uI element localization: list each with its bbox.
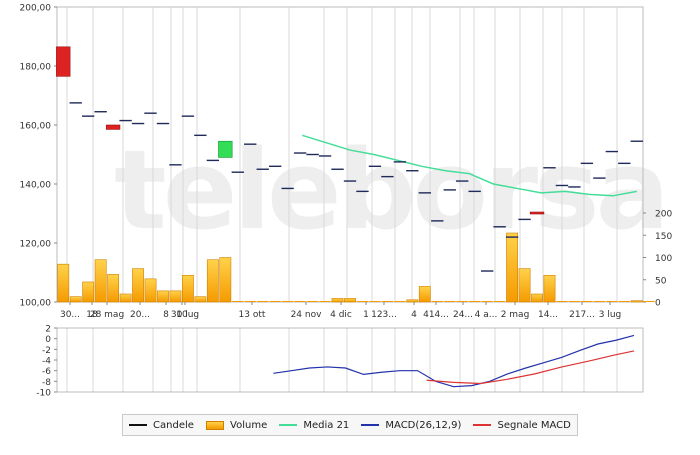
volume-bar [418,286,431,303]
volume-tick-label: 100 [655,254,672,264]
black-line-icon [129,424,148,426]
y-tick-label: 200,00 [20,4,52,14]
candle-body [105,124,121,130]
volume-bar [144,278,157,303]
y-tick-label: 120,00 [20,240,52,250]
macd-y-tick-label: -2 [42,346,51,356]
macd-y-tick-label: 0 [45,335,51,345]
legend-label: Candele [153,419,194,431]
volume-tick-label: 50 [655,276,667,286]
macd-frame [56,327,644,393]
legend-label: Segnale MACD [497,419,571,431]
volume-bar [107,274,120,303]
y-tick-label: 100,00 [20,299,52,309]
volume-bar [331,298,344,303]
legend-item-volume[interactable]: Volume [206,420,267,431]
x-tick-label: 8 [163,310,169,320]
red-line-icon [473,424,492,426]
volume-bar [69,296,82,303]
legend-label: MACD(26,12,9) [385,419,462,431]
x-tick-label: 24 nov [291,310,323,320]
x-tick-label: 10 [176,310,188,320]
volume-bar [344,298,356,303]
volume-bar [169,290,182,303]
volume-bar [157,290,169,303]
macd-y-tick-label: -8 [42,378,51,388]
volume-bar [543,274,556,303]
x-tick-label: 217... [569,310,595,320]
x-tick-label: 4 dic [330,310,352,320]
candle-body [529,211,545,215]
macd-y-tick-label: -4 [42,357,51,367]
macd-y-tick-label: 2 [45,325,51,335]
volume-bar [219,257,232,303]
x-tick-label: 13 ott [239,310,266,320]
volume-bar [518,268,531,303]
volume-tick-label: 200 [655,210,672,220]
macd-y-tick-label: -10 [36,389,51,399]
macd-y-tick-label: -6 [42,367,51,377]
volume-bar [194,296,207,303]
volume-bar [531,293,543,303]
volume-bar [630,300,643,303]
x-tick-label: 20... [130,310,150,320]
volume-bar [506,232,518,303]
chart-stage: teleborsa 100,00 120,00 140,00 160,00 180,00… [0,0,700,451]
volume-bar [182,274,194,303]
volume-tick-label: 150 [655,232,672,242]
x-tick-label: 4 a... [475,310,498,320]
y-tick-label: 160,00 [20,122,52,132]
legend-item-macd[interactable]: MACD(26,12,9) [361,420,461,431]
x-tick-label: 123... [371,310,397,320]
legend-label: Volume [230,419,268,431]
x-tick-label: 3 lug [599,310,622,320]
green-line-icon [279,424,298,426]
y-tick-label: 180,00 [20,63,52,73]
stock-chart: teleborsa 100,00120,00140,00160,00180,00… [20,4,673,399]
volume-bar [132,268,144,303]
legend-item-candele[interactable]: Candele [129,420,194,431]
candle-body [218,140,233,158]
legend: Candele Volume Media 21 MACD(26,12,9) Se… [122,414,578,436]
x-tick-label: 1 [363,310,369,320]
macd-line [273,334,635,388]
x-tick-label: 414... [423,310,449,320]
x-tick-label: 18 [86,310,98,320]
x-tick-label: 2 mag [501,310,530,320]
x-tick-label: 24... [453,310,473,320]
blue-line-icon [361,424,380,426]
y-tick-label: 140,00 [20,181,52,191]
volume-tick-label: 0 [655,299,661,309]
legend-item-signal[interactable]: Segnale MACD [473,419,571,431]
volume-bar [119,293,132,303]
volume-bar [57,263,70,303]
legend-item-media21[interactable]: Media 21 [279,420,349,431]
x-tick-label: 4 [411,310,417,320]
volume-bar [94,259,107,303]
volume-bar [406,299,419,303]
orange-box-icon [206,420,225,430]
x-tick-label: 14... [538,310,558,320]
macd-panel: 20-2-4-6-8-10 [36,325,644,399]
x-tick-label: 30... [60,310,80,320]
volume-bar [82,281,95,303]
volume-bar [206,259,219,303]
candle-body [56,46,71,77]
legend-label: Media 21 [303,419,350,431]
